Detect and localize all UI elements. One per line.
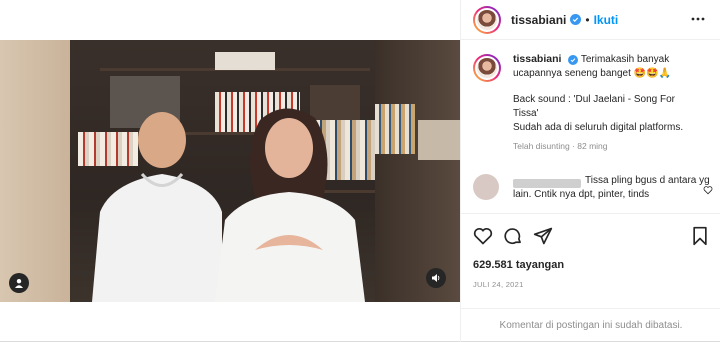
woman-figure (215, 108, 365, 302)
commenter-username-redacted (513, 179, 581, 188)
like-button[interactable] (473, 226, 493, 251)
bookmark-icon (693, 226, 707, 246)
post-actions: 629.581 tayangan JULI 24, 2021 (461, 213, 720, 313)
post-card: tissabiani • Ikuti tissabiani Terimakasi… (0, 0, 720, 342)
caption-avatar[interactable] (473, 54, 501, 82)
box (418, 120, 460, 160)
user-tag-button[interactable] (9, 273, 29, 293)
caption-meta: Telah disunting · 82 ming (513, 141, 608, 151)
comment-like-button[interactable] (703, 182, 713, 200)
heart-icon (703, 186, 713, 195)
separator-dot: • (585, 12, 590, 27)
post-video[interactable] (0, 40, 460, 302)
post-date[interactable]: JULI 24, 2021 (473, 280, 524, 289)
caption-line: Back sound : 'Dul Jaelani - Song For (513, 94, 675, 105)
post-header: tissabiani • Ikuti (461, 0, 720, 40)
user-icon (15, 279, 23, 288)
commenter-avatar[interactable] (473, 174, 499, 200)
sound-toggle-button[interactable] (426, 268, 446, 288)
more-options-button[interactable] (691, 12, 705, 31)
comment-bubble-icon (504, 228, 521, 245)
comment-item: Tissa pling bgus d antara yg lain. Cntik… (473, 174, 713, 208)
verified-badge-icon (568, 55, 579, 65)
post-sidebar: tissabiani • Ikuti tissabiani Terimakasi… (460, 0, 720, 342)
follow-button[interactable]: Ikuti (594, 13, 619, 27)
share-button[interactable] (533, 226, 553, 251)
caption-username[interactable]: tissabiani (513, 53, 561, 65)
action-icons (473, 226, 553, 251)
page: tissabiani • Ikuti tissabiani Terimakasi… (0, 0, 720, 342)
avatar-image (475, 7, 499, 32)
caption-line: ucapannya seneng banget 🤩🤩🙏 (513, 68, 672, 79)
post-caption: tissabiani Terimakasih banyak ucapannya … (473, 52, 713, 151)
save-button[interactable] (691, 226, 709, 251)
paper-plane-icon (533, 227, 553, 245)
avatar-image (475, 56, 499, 80)
more-dots-icon (691, 17, 705, 21)
caption-text: tissabiani Terimakasih banyak ucapannya … (513, 52, 713, 135)
books (215, 52, 275, 70)
man-figure (92, 112, 222, 302)
video-wall-panel (0, 40, 70, 302)
comment-button[interactable] (503, 226, 523, 251)
username-link[interactable]: tissabiani (511, 13, 566, 27)
caption-line: Terimakasih banyak (580, 54, 670, 65)
speaker-icon (432, 274, 440, 282)
heart-icon (473, 227, 493, 245)
caption-line: Tissa' (513, 108, 539, 119)
caption-line: Sudah ada di seluruh digital platforms. (513, 122, 684, 133)
view-count[interactable]: 629.581 tayangan (473, 259, 564, 271)
verified-badge-icon (570, 14, 582, 25)
avatar[interactable] (473, 5, 501, 34)
video-wall-right (375, 40, 460, 302)
books (375, 104, 415, 154)
comments-limited-notice: Komentar di postingan ini sudah dibatasi… (461, 308, 720, 342)
